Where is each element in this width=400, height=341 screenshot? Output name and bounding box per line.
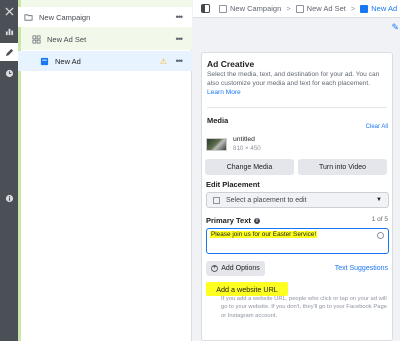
add-options-label: Add Options <box>221 265 260 272</box>
close-button[interactable] <box>0 2 18 20</box>
info-icon <box>5 194 13 202</box>
more-options-icon[interactable]: ••• <box>176 12 184 22</box>
tree-item-campaign[interactable]: New Campaign ••• <box>18 7 192 27</box>
history-button[interactable] <box>0 64 18 82</box>
primary-text-label: Primary Text <box>206 216 251 225</box>
turn-into-video-button[interactable]: Turn into Video <box>298 159 387 175</box>
ad-icon <box>360 4 369 13</box>
edit-placement-label: Edit Placement <box>206 180 260 189</box>
grid-icon <box>295 4 304 13</box>
edit-pencil-icon[interactable]: ✎ <box>391 22 399 33</box>
breadcrumb-label: New Ad Set <box>306 4 346 13</box>
section-title: Ad Creative <box>207 59 255 69</box>
breadcrumb-campaign[interactable]: New Campaign <box>219 4 281 13</box>
primary-text-header: Primary Text i <box>206 216 260 225</box>
section-description: Select the media, text, and destination … <box>207 70 387 97</box>
close-icon <box>4 6 14 16</box>
breadcrumb: New Campaign > New Ad Set > New Ad <box>193 0 400 18</box>
grid-icon <box>32 35 41 43</box>
media-meta: untitled 810 × 450 <box>233 136 261 153</box>
clear-all-link[interactable]: Clear All <box>366 124 388 130</box>
placement-select-value: Select a placement to edit <box>226 196 307 204</box>
placement-select[interactable]: Select a placement to edit ▼ <box>206 192 389 208</box>
add-website-url-button[interactable]: Add a website URL <box>206 282 288 296</box>
change-media-button[interactable]: Change Media <box>205 159 294 175</box>
more-options-icon[interactable]: ••• <box>176 56 184 66</box>
tree-item-label: New Ad <box>55 56 81 66</box>
info-icon[interactable]: i <box>253 217 260 224</box>
tree-item-label: New Ad Set <box>47 34 87 44</box>
media-item[interactable]: untitled 810 × 450 <box>206 136 261 153</box>
clock-icon <box>5 69 13 77</box>
panel-toggle-icon[interactable] <box>201 4 210 13</box>
breadcrumb-label: New Campaign <box>230 4 282 13</box>
breadcrumb-adset[interactable]: New Ad Set <box>295 4 346 13</box>
help-button[interactable] <box>0 189 18 207</box>
plus-icon: + <box>211 265 219 272</box>
folder-icon <box>219 4 227 13</box>
media-label: Media <box>207 116 229 126</box>
website-url-help-text: If you add a website URL, people who cli… <box>221 296 387 319</box>
text-suggestions-link[interactable]: Text Suggestions <box>335 265 388 272</box>
tree-item-ad[interactable]: New Ad ⚠ ••• <box>18 51 192 71</box>
chevron-right-icon: > <box>286 4 291 13</box>
breadcrumb-label: New Ad <box>371 4 398 13</box>
learn-more-link[interactable]: Learn More <box>207 89 241 96</box>
add-options-button[interactable]: + Add Options <box>206 261 265 276</box>
reporting-button[interactable] <box>0 22 18 40</box>
primary-text-count: 1 of 5 <box>371 216 388 223</box>
left-nav-rail <box>0 0 18 341</box>
pencil-icon <box>5 48 13 56</box>
folder-icon <box>24 13 33 21</box>
description-text: Select the media, text, and destination … <box>207 71 380 88</box>
tree-item-label: New Campaign <box>39 12 91 22</box>
emoji-icon[interactable] <box>377 232 384 239</box>
primary-text-input[interactable]: Please join us for our Easter Service! <box>206 228 389 254</box>
media-file-name: untitled <box>233 136 255 143</box>
primary-text-value: Please join us for our Easter Service! <box>210 231 318 238</box>
divider <box>207 107 387 109</box>
breadcrumb-ad[interactable]: New Ad <box>360 4 397 13</box>
warning-icon[interactable]: ⚠ <box>160 57 167 66</box>
bar-chart-icon <box>5 28 13 35</box>
campaign-tree: New Campaign ••• New Ad Set ••• New Ad ⚠… <box>18 0 192 341</box>
media-file-dims: 810 × 450 <box>233 144 261 152</box>
edit-button[interactable] <box>0 43 18 61</box>
tree-item-adset[interactable]: New Ad Set ••• <box>18 29 192 49</box>
chevron-down-icon: ▼ <box>376 197 382 203</box>
ad-icon <box>40 57 49 65</box>
chevron-right-icon: > <box>350 4 356 13</box>
more-options-icon[interactable]: ••• <box>176 34 184 44</box>
media-thumbnail <box>206 137 227 151</box>
placement-icon <box>213 196 220 204</box>
